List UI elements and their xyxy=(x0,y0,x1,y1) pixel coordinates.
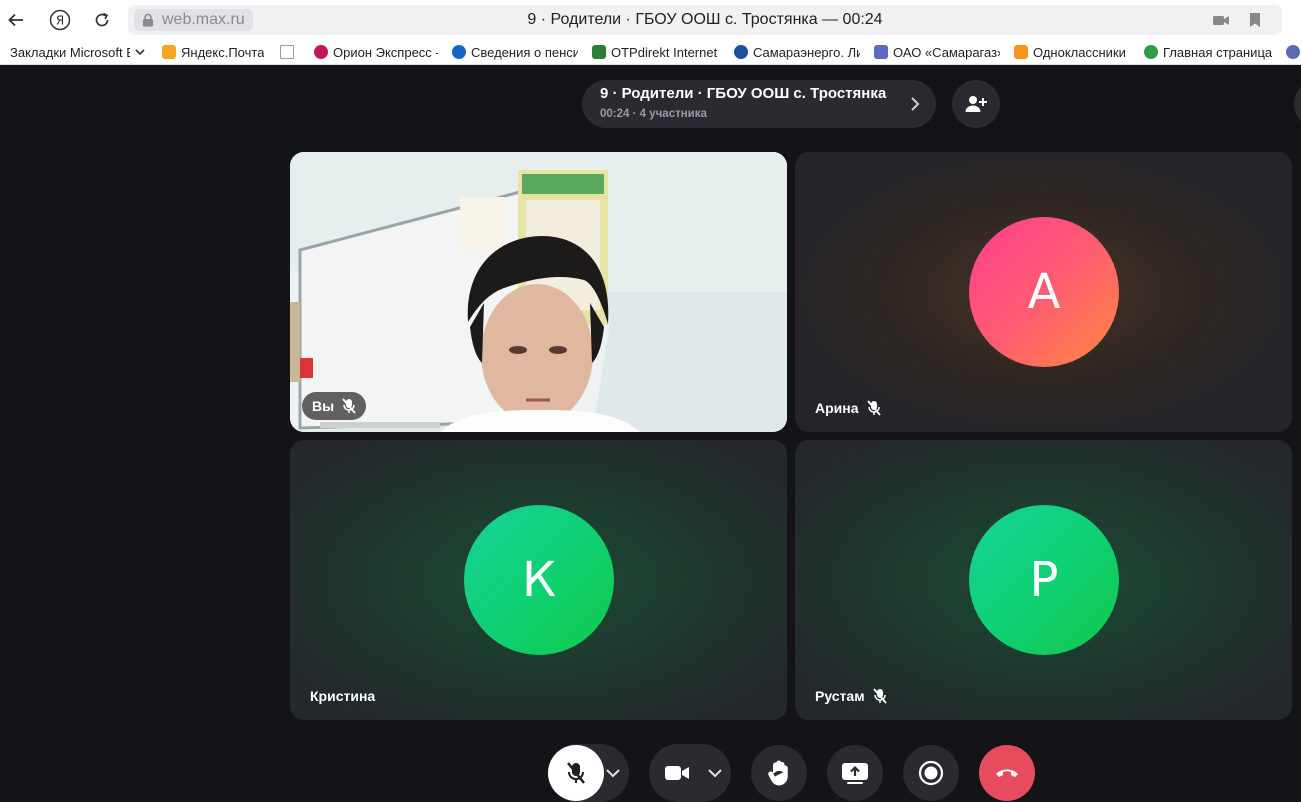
svg-text:Я: Я xyxy=(56,14,64,28)
reload-icon xyxy=(95,12,109,27)
bookmark-icon[interactable] xyxy=(1246,12,1264,28)
bookmark-pension[interactable]: Сведения о пенсии xyxy=(452,45,578,60)
chevron-down-icon[interactable] xyxy=(707,767,723,779)
record-icon xyxy=(918,760,944,786)
call-subtitle: 00:24 · 4 участника xyxy=(600,108,707,120)
url-chip[interactable]: web.max.ru xyxy=(134,9,253,31)
avatar: Р xyxy=(969,505,1119,655)
lock-icon xyxy=(143,13,153,27)
mail-icon xyxy=(162,45,176,59)
page-icon xyxy=(280,45,294,59)
camera-control-group xyxy=(649,744,731,802)
mic-muted-icon xyxy=(866,400,881,416)
orion-icon xyxy=(314,45,328,59)
bookmark-otp[interactable]: OTPdirekt Internet xyxy=(592,45,720,60)
browser-toolbar: Я 9 · Родители · ГБОУ ООШ с. Тростянка —… xyxy=(0,0,1301,40)
bookmark-odnoklassniki[interactable]: Одноклассники xyxy=(1014,45,1130,60)
participant-tile-kristina[interactable]: К Кристина xyxy=(290,440,787,720)
camera-indicator-icon[interactable] xyxy=(1212,12,1230,28)
yandex-button[interactable]: Я xyxy=(46,6,74,34)
mic-muted-icon xyxy=(342,398,356,414)
participant-tile-arina[interactable]: А Арина xyxy=(795,152,1292,432)
add-participant-button[interactable] xyxy=(952,80,1000,128)
yandex-logo-icon: Я xyxy=(49,9,71,31)
add-user-icon xyxy=(965,96,987,112)
participant-name-label: Кристина xyxy=(310,688,375,704)
bookmark-label: Орион Экспресс - xyxy=(333,44,438,60)
camera-toggle-button[interactable] xyxy=(649,745,705,801)
bookmarks-bar: Закладки Microsoft Edge Яндекс.Почта Ори… xyxy=(0,40,1301,65)
participant-name: Кристина xyxy=(310,688,376,704)
participant-name-label: Арина xyxy=(815,400,881,416)
call-title: 9 · Родители · ГБОУ ООШ с. Тростянка xyxy=(600,85,887,102)
participant-tile-you[interactable]: Вы xyxy=(290,152,787,432)
samaraenergo-icon xyxy=(734,45,748,59)
record-button[interactable] xyxy=(903,745,959,801)
participant-tile-rustam[interactable]: Р Рустам xyxy=(795,440,1292,720)
reload-button[interactable] xyxy=(88,6,116,34)
bookmark-orion[interactable]: Орион Экспресс - xyxy=(314,45,438,60)
mic-muted-icon xyxy=(872,688,887,704)
participant-name: Рустам xyxy=(815,688,865,704)
avatar: А xyxy=(969,217,1119,367)
bookmark-label: Одноклассники xyxy=(1033,44,1126,60)
screen-share-icon xyxy=(842,763,868,784)
pension-fund-icon xyxy=(452,45,466,59)
avatar: К xyxy=(464,505,614,655)
bookmark-yandex-mail[interactable]: Яндекс.Почта xyxy=(162,45,266,60)
bookmark-label: Яндекс.Почта xyxy=(181,44,265,60)
bookmark-samaragaz[interactable]: ОАО «Самарагаз» xyxy=(874,45,1000,60)
mic-muted-icon xyxy=(567,762,585,784)
raise-hand-icon xyxy=(768,760,788,786)
bookmark-label: Самараэнерго. Личный xyxy=(753,44,860,60)
bookmark-label: Закладки Microsoft Edge xyxy=(10,44,130,60)
camera-icon xyxy=(665,766,689,780)
bookmark-main-page[interactable]: Главная страница xyxy=(1144,45,1272,60)
bookmark-page[interactable] xyxy=(280,45,300,59)
screen-share-button[interactable] xyxy=(827,745,883,801)
mic-toggle-button[interactable] xyxy=(548,745,604,801)
arrow-left-icon xyxy=(8,13,23,27)
bookmark-overflow-icon[interactable] xyxy=(1286,45,1300,59)
samaragaz-icon xyxy=(874,45,888,59)
end-call-button[interactable] xyxy=(979,745,1035,801)
bookmark-label: Сведения о пенсии xyxy=(471,44,578,60)
ok-icon xyxy=(1014,45,1028,59)
call-info-button[interactable]: 9 · Родители · ГБОУ ООШ с. Тростянка 00:… xyxy=(582,80,936,128)
url-text: web.max.ru xyxy=(162,11,245,28)
raise-hand-button[interactable] xyxy=(751,745,807,801)
more-button[interactable] xyxy=(1294,80,1301,128)
bookmark-label: OTPdirekt Internet xyxy=(611,44,718,60)
bookmark-samaraenergo[interactable]: Самараэнерго. Личный xyxy=(734,45,860,60)
bookmark-label: ОАО «Самарагаз» xyxy=(893,44,1000,60)
bookmark-folder-edge[interactable]: Закладки Microsoft Edge xyxy=(10,45,130,60)
chevron-right-icon xyxy=(911,97,920,111)
bookmark-label: Главная страница xyxy=(1163,44,1272,60)
page-title: 9 · Родители · ГБОУ ООШ с. Тростянка — 0… xyxy=(527,11,883,28)
address-bar[interactable]: 9 · Родители · ГБОУ ООШ с. Тростянка — 0… xyxy=(128,5,1282,35)
back-button[interactable] xyxy=(2,6,30,34)
end-call-icon xyxy=(996,769,1018,777)
participant-name-label: Рустам xyxy=(815,688,887,704)
globe-green-icon xyxy=(1144,45,1158,59)
participant-name: Вы xyxy=(312,398,335,414)
chevron-down-icon[interactable] xyxy=(134,46,146,58)
chevron-down-icon[interactable] xyxy=(605,767,621,779)
camera-feed-image xyxy=(290,152,787,432)
participant-name: Арина xyxy=(815,400,859,416)
otp-icon xyxy=(592,45,606,59)
participant-name-badge: Вы xyxy=(302,392,367,420)
mic-control-group xyxy=(548,744,629,802)
call-area: 9 · Родители · ГБОУ ООШ с. Тростянка 00:… xyxy=(0,66,1301,802)
